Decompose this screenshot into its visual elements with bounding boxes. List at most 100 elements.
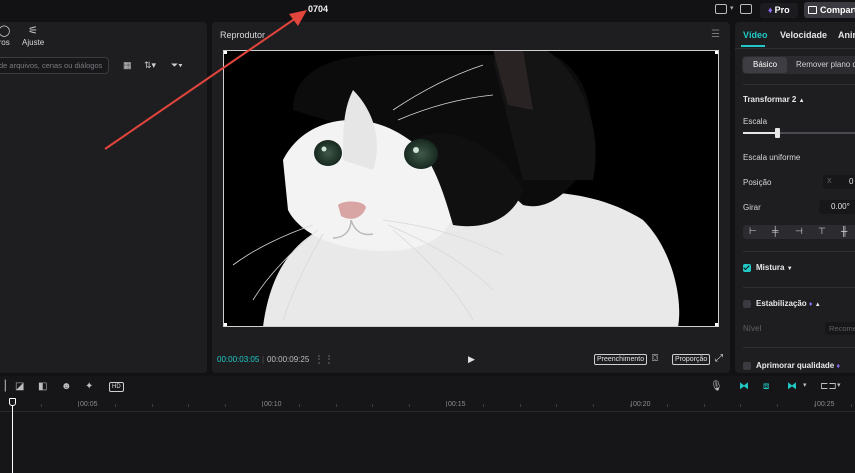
sort-icon[interactable]: ⇅▾ [144,60,156,71]
tick-major [262,401,263,407]
timeline-toolbar: ▕ ◪ ◧ ☻ ✦ HD 🎙 ⧓ ⧈ ⧓ ▾ ⊏⊐ ▾ [0,376,855,398]
collapse-caret-icon: ▲ [814,302,821,308]
tick-label: 00:20 [633,401,651,408]
pro-button[interactable]: ♦ Pro [760,3,798,18]
auto-snap-icon[interactable]: ⧈ [763,381,769,392]
filter-funnel-icon[interactable]: ⏷▾ [171,60,183,71]
tab-speed[interactable]: Velocidade [780,30,827,40]
play-icon[interactable]: ▶ [468,354,475,365]
pro-gem-icon: ♦ [808,301,813,308]
tab-adjust[interactable]: ⚟ Ajuste [22,25,44,47]
player-menu-icon[interactable]: ☰ [711,29,720,40]
linkage-icon[interactable]: ⧓ [787,381,797,392]
tab-filters[interactable]: ◯ ros [0,25,10,47]
scale-label: Escala [743,117,768,126]
player-title: Reprodutor [220,30,266,40]
timeline-ruler[interactable]: 00:05 00:10 00:15 00:20 00:25 [0,398,855,412]
tick-label: 00:15 [448,401,466,408]
linkage-chevron-down-icon[interactable]: ▾ [803,381,807,389]
blend-checkbox[interactable] [743,264,751,272]
align-top-icon[interactable]: ⊤ [818,226,826,237]
active-tab-indicator [741,45,765,47]
tick-major [815,401,816,407]
stabilize-section-label[interactable]: Estabilização ♦ ▲ [756,299,821,308]
enhance-checkbox[interactable] [743,362,751,370]
subtab-basic[interactable]: Básico [743,57,788,73]
scale-slider[interactable] [743,128,855,138]
preview-chevron-down-icon[interactable]: ▾ [837,381,841,389]
playhead-handle[interactable] [9,398,16,406]
blend-label: Mistura [756,263,785,272]
position-x-field[interactable]: X 0 [823,175,855,189]
scale-slider-knob[interactable] [774,128,780,138]
align-center-h-icon[interactable]: ╪ [772,226,778,236]
snapshot-icon[interactable]: ⌼ [652,353,658,364]
tick-minor [777,404,778,407]
blend-section-label[interactable]: Mistura ▼ [756,263,793,272]
section-divider [743,251,855,252]
subtab-remove-background[interactable]: Remover plano de fundo [796,56,855,74]
subtitle-icon[interactable]: HD [109,382,124,392]
align-right-icon[interactable]: ⊣ [795,226,803,237]
level-select[interactable]: Recomendado [825,322,855,335]
tick-minor [483,404,484,407]
media-panel: ◯ ros ⚟ Ajuste de arquivos, cenas ou diá… [0,22,207,373]
enhance-section-label[interactable]: Aprimorar qualidade ♦ [756,361,840,370]
shortcut-panel-icon[interactable] [740,4,752,14]
align-center-v-icon[interactable]: ╫ [841,226,847,236]
section-divider [743,347,855,348]
position-label: Posição [743,178,772,187]
pro-gem-icon: ♦ [836,363,841,370]
tick-label: 00:05 [80,401,98,408]
microphone-icon[interactable]: 🎙 [710,381,723,392]
main-track-magnet-icon[interactable]: ⧓ [739,381,749,392]
subtabs: Básico Remover plano de fundo [742,56,855,74]
tick-minor [556,404,557,407]
tick-minor [851,404,852,407]
scale-slider-fill [743,132,777,134]
retouch-person-icon[interactable]: ☻ [61,381,72,392]
total-time: 00:00:09:25 [267,355,310,364]
tab-video[interactable]: Vídeo [743,30,768,40]
position-x-value: 0 [849,177,854,186]
transform-section-label[interactable]: Transformar 2 ▲ [743,95,805,104]
align-left-icon[interactable]: ⊢ [749,226,757,237]
ratio-button[interactable]: Proporção [672,354,711,365]
split-icon[interactable]: ▕ [0,381,6,392]
layout-dropdown-chevron-icon[interactable]: ▾ [730,4,734,12]
tick-minor [520,404,521,407]
tick-minor [593,404,594,407]
freeze-frame-icon[interactable]: ◪ [15,381,24,392]
rotate-field[interactable]: 0.00° [819,200,855,214]
project-title[interactable]: 0704 [308,4,328,14]
stabilize-checkbox[interactable] [743,300,751,308]
tick-minor [630,404,631,407]
playhead[interactable] [12,398,13,473]
tick-minor [704,404,705,407]
timecode-grid-icon[interactable] [318,355,330,364]
layout-icon[interactable] [715,4,727,14]
section-divider [743,287,855,288]
tick-minor [152,404,153,407]
grid-view-icon[interactable]: ▦ [123,60,132,71]
stabilize-label: Estabilização [756,299,807,308]
tick-label: 00:25 [817,401,835,408]
tick-label: 00:10 [264,401,282,408]
transform-label: Transformar 2 [743,95,797,104]
fill-button[interactable]: Preenchimento [594,354,648,365]
tick-major [446,401,447,407]
uniform-scale-label: Escala uniforme [743,153,801,162]
media-search-input[interactable]: de arquivos, cenas ou diálogos [0,57,109,74]
tab-animation[interactable]: Animação [838,30,855,40]
position-x-prefix: X [827,178,832,185]
properties-panel: Vídeo Velocidade Animação Básico Remover… [735,22,855,373]
share-button[interactable]: Compartilhar [804,2,855,18]
share-label: Compartilhar [820,5,855,15]
video-preview[interactable] [223,50,719,327]
preview-axis-icon[interactable]: ⊏⊐ [820,381,837,392]
magic-wand-icon[interactable]: ✦ [85,381,93,392]
tick-minor [336,404,337,407]
fullscreen-icon[interactable]: ⤢ [715,353,723,364]
tick-minor [814,404,815,407]
audio-extract-icon[interactable]: ◧ [38,381,47,392]
